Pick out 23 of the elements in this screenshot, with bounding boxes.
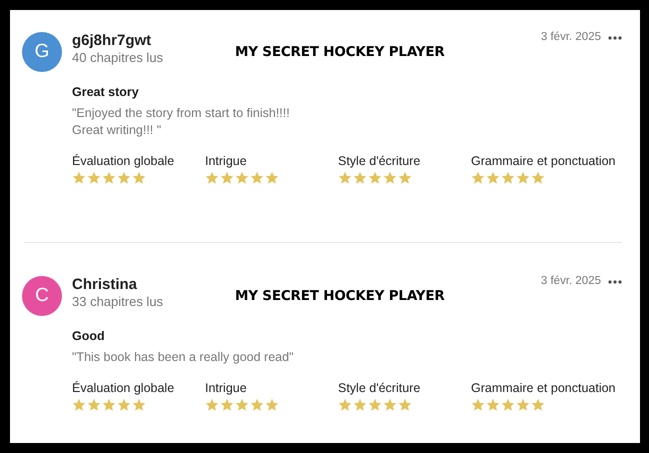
more-icon[interactable] [608,36,622,40]
chapters-read: 33 chapitres lus [72,294,164,310]
rating-label: Évaluation globale [72,381,176,395]
chapters-read: 40 chapitres lus [72,50,164,66]
rating-label: Évaluation globale [72,154,176,168]
review-date: 3 févr. 2025 [540,275,601,287]
rating-label: Grammaire et ponctuation [471,381,616,395]
book-title: MY SECRET HOCKEY PLAYER [235,288,445,304]
book-title: MY SECRET HOCKEY PLAYER [235,44,445,60]
review-headline: Great story [72,85,140,99]
avatar[interactable]: C [22,276,62,316]
reviewer-name[interactable]: Christina [72,276,235,294]
review-date: 3 févr. 2025 [540,31,601,43]
reviewer-name[interactable]: g6j8hr7gwt [72,32,235,50]
rating-label: Grammaire et ponctuation [471,154,616,168]
rating-label: Style d'écriture [338,154,422,168]
review-text: "Enjoyed the story from start to finish!!!! Great writing!!! " [72,105,291,139]
review-headline: Good [72,329,106,343]
rating-label: Style d'écriture [338,381,422,395]
rating-label: Intrigue [205,381,248,395]
review-text: "This book has been a really good read" [72,349,295,366]
rating-label: Intrigue [205,154,248,168]
more-icon[interactable] [608,280,622,284]
